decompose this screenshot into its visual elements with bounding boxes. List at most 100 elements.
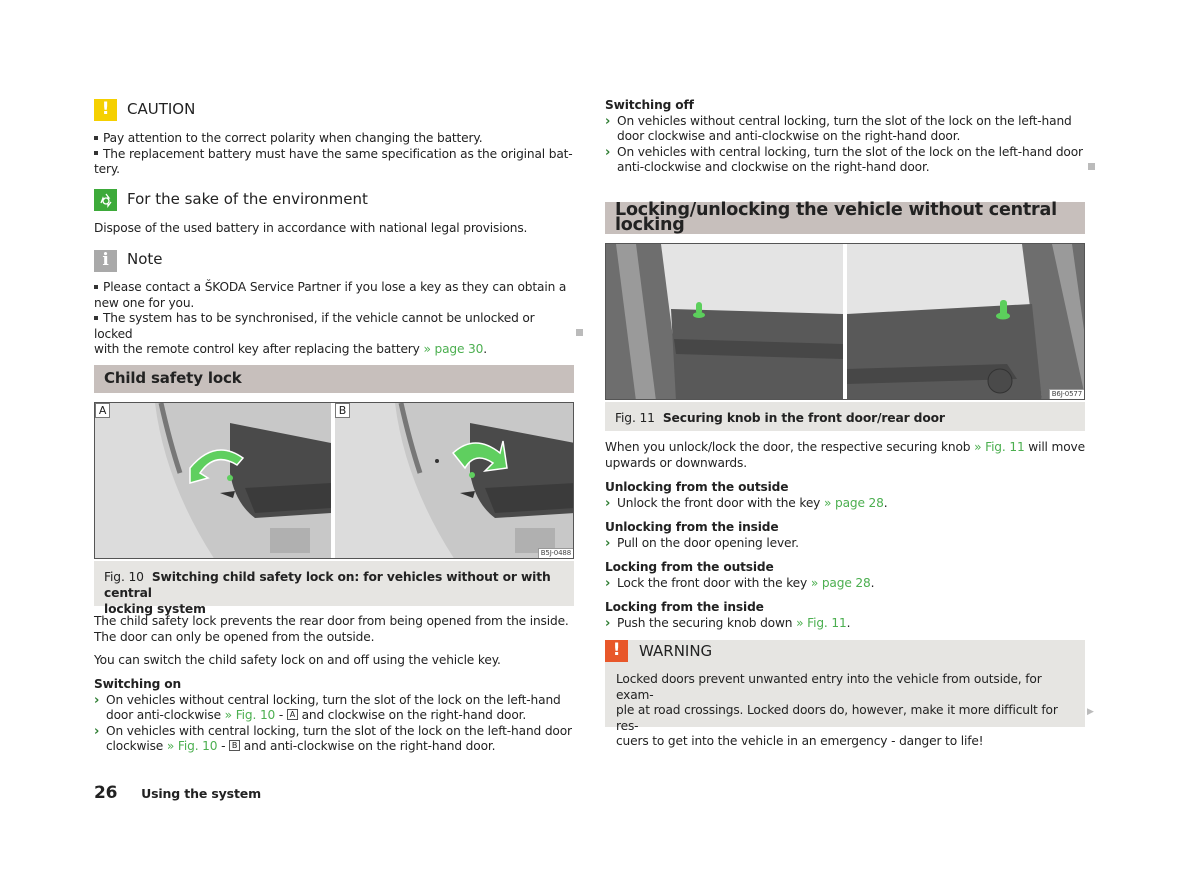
child-lock-key-info: You can switch the child safety lock on … xyxy=(94,653,501,667)
figure-caption-text: Securing knob in the front door/rear doo… xyxy=(662,411,945,425)
subheading: Locking from the inside xyxy=(605,600,764,614)
panel-label-b: B xyxy=(335,403,350,418)
section-title-child-safety-lock: Child safety lock xyxy=(94,365,574,393)
subheading: Switching off xyxy=(605,98,694,112)
page-footer: 26 Using the system xyxy=(94,785,261,803)
child-lock-description: The child safety lock prevents the rear … xyxy=(94,614,574,645)
note-item-cont: with the remote control key after replac… xyxy=(94,342,574,358)
step-text: Pull on the door opening lever. xyxy=(617,535,799,550)
exclamation-icon: ! xyxy=(94,99,117,121)
switching-off-block: Switching off › On vehicles without cent… xyxy=(605,98,1085,176)
figure-11-panel-front xyxy=(606,244,843,399)
step-text: clockwise xyxy=(106,739,167,753)
caution-item-text: tery. xyxy=(94,162,120,176)
step-text-cont: door anti-clockwise » Fig. 10 - A and cl… xyxy=(106,708,574,724)
warning-text: Locked doors prevent unwanted entry into… xyxy=(616,672,1081,750)
fig-10-link[interactable]: » Fig. 10 xyxy=(167,739,218,753)
step-text: Lock the front door with the key xyxy=(617,575,811,590)
switching-on-block: Switching on › On vehicles without centr… xyxy=(94,677,574,755)
punctuation: . xyxy=(870,575,875,590)
environment-text: Dispose of the used battery in accordanc… xyxy=(94,221,528,235)
step-item: › Push the securing knob down » Fig. 11. xyxy=(605,616,1085,632)
fig-10-link[interactable]: » Fig. 10 xyxy=(225,708,276,722)
intro-text: will move xyxy=(1024,440,1085,454)
chevron-right-icon: › xyxy=(605,615,611,631)
unlock-outside-block: Unlocking from the outside › Unlock the f… xyxy=(605,480,1085,511)
figure-11-panel-rear: B6J-0577 xyxy=(847,244,1084,399)
note-title: Note xyxy=(127,250,163,268)
figure-caption-text: Switching child safety lock on: for vehi… xyxy=(104,570,551,600)
figure-10-panel-a: A xyxy=(95,403,331,558)
warning-line: cuers to get into the vehicle in an emer… xyxy=(616,734,984,748)
figure-11-caption: Fig. 11 Securing knob in the front door/r… xyxy=(605,402,1085,431)
punctuation: . xyxy=(483,342,487,356)
key-a-icon: A xyxy=(286,709,298,720)
section-title-locking-unlocking: Locking/unlocking the vehicle without ce… xyxy=(605,199,1085,235)
fig-11-link[interactable]: » Fig. 11 xyxy=(796,616,847,630)
step-text: anti-clockwise and clockwise on the righ… xyxy=(617,160,930,174)
step-item: › Unlock the front door with the key » pa… xyxy=(605,496,1085,512)
subheading: Switching on xyxy=(94,677,182,691)
figure-code: B6J-0577 xyxy=(1048,389,1084,399)
figure-code: B5J-0488 xyxy=(537,548,573,558)
step-item: › On vehicles with central locking, turn… xyxy=(94,724,574,755)
paragraph-line: The door can only be opened from the out… xyxy=(94,629,375,644)
recycle-icon xyxy=(94,189,117,211)
rear-door-illustration xyxy=(847,244,1084,399)
figure-number: Fig. 11 xyxy=(615,411,655,425)
front-door-illustration xyxy=(606,244,843,399)
exclamation-icon: ! xyxy=(605,640,628,662)
note-item: The system has to be synchronised, if th… xyxy=(94,311,574,342)
door-illustration xyxy=(335,403,573,558)
step-text-cont: clockwise » Fig. 10 - B and anti-clockwi… xyxy=(106,739,574,755)
caution-list: Pay attention to the correct polarity wh… xyxy=(94,131,574,178)
note-item-text: Please contact a ŠKODA Service Partner i… xyxy=(103,280,567,294)
note-list: Please contact a ŠKODA Service Partner i… xyxy=(94,280,574,358)
punctuation: . xyxy=(883,495,888,510)
step-text: On vehicles without central locking, tur… xyxy=(106,692,561,707)
dash: - xyxy=(275,708,287,722)
lock-outside-block: Locking from the outside › Lock the front… xyxy=(605,560,1085,591)
door-illustration xyxy=(95,403,331,558)
step-item: › On vehicles without central locking, t… xyxy=(94,693,574,724)
subheading: Locking from the outside xyxy=(605,560,774,574)
end-marker-icon xyxy=(1088,163,1095,170)
step-item: › On vehicles with central locking, turn… xyxy=(605,145,1085,176)
step-text: Push the securing knob down xyxy=(617,615,797,630)
chevron-right-icon: › xyxy=(94,692,100,708)
caution-item-text: The replacement battery must have the sa… xyxy=(103,146,573,161)
step-text: and anti-clockwise on the right-hand doo… xyxy=(240,739,496,753)
intro-text: upwards or downwards. xyxy=(605,455,747,470)
step-text: and clockwise on the right-hand door. xyxy=(297,708,527,722)
section-title-text: Locking/unlocking the vehicle without ce… xyxy=(615,199,1057,235)
dash: - xyxy=(217,739,230,753)
info-icon: i xyxy=(94,250,117,272)
chevron-right-icon: › xyxy=(605,535,611,551)
step-text: door anti-clockwise xyxy=(106,708,225,722)
page-28-link[interactable]: » page 28 xyxy=(824,496,884,510)
warning-line: ple at road crossings. Locked doors do, … xyxy=(616,703,1058,733)
caution-item-text: Pay attention to the correct polarity wh… xyxy=(103,131,483,145)
section-title-text: Child safety lock xyxy=(104,369,242,388)
page-30-link[interactable]: » page 30 xyxy=(423,342,483,356)
end-marker-icon xyxy=(576,329,583,336)
step-item: › Lock the front door with the key » page… xyxy=(605,576,1085,592)
figure-10-image: A B B5J-0488 xyxy=(94,402,574,559)
unlock-inside-block: Unlocking from the inside › Pull on the d… xyxy=(605,520,1085,551)
warning-block: ! WARNING Locked doors prevent unwanted … xyxy=(605,640,1085,748)
panel-label-a: A xyxy=(95,403,110,418)
figure-10-caption: Fig. 10 Switching child safety lock on: f… xyxy=(94,561,574,616)
note-item-text: with the remote control key after replac… xyxy=(94,342,424,356)
subheading: Unlocking from the outside xyxy=(605,480,789,494)
chevron-right-icon: › xyxy=(605,113,611,129)
page-28-link[interactable]: » page 28 xyxy=(811,576,871,590)
step-item: › Pull on the door opening lever. xyxy=(605,536,1085,552)
note-item-text: new one for you. xyxy=(94,295,195,310)
warning-title: WARNING xyxy=(639,642,713,660)
lock-inside-block: Locking from the inside › Push the securi… xyxy=(605,600,1085,631)
securing-knob-intro: When you unlock/lock the door, the respe… xyxy=(605,440,1085,471)
paragraph-line: The child safety lock prevents the rear … xyxy=(94,614,569,628)
chapter-name: Using the system xyxy=(141,786,261,801)
caution-title: CAUTION xyxy=(127,100,196,118)
fig-11-link[interactable]: » Fig. 11 xyxy=(974,440,1025,454)
